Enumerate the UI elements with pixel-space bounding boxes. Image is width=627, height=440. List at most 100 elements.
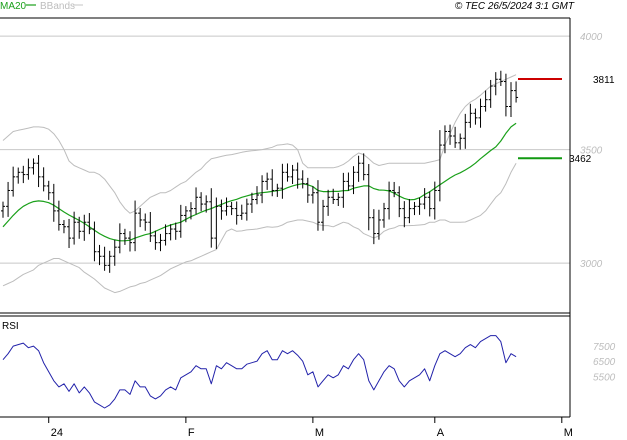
time-tick-label: 24 [51, 427, 63, 439]
ohlc-bar [326, 189, 331, 216]
legend: MA20 BBands [0, 1, 83, 12]
ohlc-bar [56, 200, 61, 231]
ohlc-bar [194, 187, 199, 215]
rsi-tick-label: 7500 [593, 342, 616, 353]
ohlc-bar [97, 244, 102, 266]
ohlc-bar [514, 81, 519, 103]
ohlc-bar [356, 155, 361, 182]
ohlc-bar [397, 186, 402, 218]
price-tick-label: 3000 [580, 259, 603, 270]
ohlc-bar [463, 113, 468, 149]
ohlc-bar [21, 165, 26, 184]
rsi-tick-label: 6500 [593, 357, 616, 368]
ohlc-bar [412, 201, 417, 216]
ohlc-bar [102, 246, 107, 271]
ohlc-bar [61, 220, 66, 234]
ohlc-bar [224, 197, 229, 216]
rsi-tick-label: 5500 [593, 372, 616, 383]
ohlc-bar [36, 155, 41, 188]
ohlc-bar [392, 181, 397, 198]
ohlc-bar [148, 212, 153, 242]
ohlc-bar [427, 191, 432, 217]
time-tick-label: M [564, 427, 573, 439]
time-axis: 24FMAMJ [48, 417, 573, 439]
ohlc-bar [509, 82, 513, 118]
ohlc-bar [31, 158, 36, 175]
ohlc-bar [112, 239, 117, 266]
ohlc-bar [87, 213, 92, 235]
ohlc-bar [229, 201, 234, 216]
ohlc-bar [153, 230, 158, 250]
ohlc-bar [92, 221, 97, 262]
ohlc-bar [209, 188, 214, 248]
ohlc-bar [260, 175, 265, 204]
ohlc-bar [128, 231, 132, 252]
bollinger-lower-band [2, 162, 517, 294]
ohlc-bar [498, 70, 503, 86]
ohlc-bar [437, 130, 442, 202]
ohlc-bar [219, 199, 224, 220]
ohlc-bar [255, 186, 259, 205]
ohlc-bar [336, 192, 341, 207]
ohlc-bar [138, 208, 143, 228]
ma20-line [2, 122, 517, 242]
copyright-stamp: © TEC 26/5/2024 3:1 GMT [455, 1, 575, 12]
ohlc-bar [199, 192, 204, 212]
ohlc-bar [371, 209, 376, 245]
ohlc-bar [173, 222, 178, 240]
support-level-label: 3462 [569, 154, 592, 165]
ohlc-bar [143, 213, 148, 231]
ohlc-bar [478, 98, 483, 128]
ohlc-bar [280, 163, 285, 199]
ohlc-bar [6, 181, 11, 217]
bollinger-upper-band [2, 74, 517, 214]
ohlc-bar [107, 250, 112, 273]
ohlc-bar [168, 224, 173, 241]
ohlc-bar [244, 198, 249, 221]
ohlc-bar [41, 167, 46, 192]
price-tick-label: 4000 [580, 32, 603, 43]
price-panel: 40003500300038113462 [0, 17, 615, 417]
ohlc-bar [382, 202, 386, 228]
ohlc-bar [315, 180, 320, 231]
ohlc-bar [11, 166, 16, 197]
rsi-panel: RSI 7500 6500 5500 [0, 315, 616, 418]
ohlc-bar [265, 172, 270, 190]
ohlc-bar [117, 223, 122, 254]
time-tick-label: M [315, 427, 324, 439]
ohlc-bar [158, 233, 163, 252]
ohlc-bar [270, 169, 275, 197]
ohlc-bar [16, 167, 21, 184]
ohlc-bar [448, 124, 453, 145]
ohlc-bar [458, 133, 463, 150]
ohlc-bar [473, 108, 478, 125]
ohlc-bar [402, 201, 407, 228]
ohlc-bar [361, 153, 366, 181]
ohlc-bar [366, 164, 371, 231]
ohlc-bar [468, 103, 473, 128]
ohlc-bar [453, 126, 458, 148]
rsi-title: RSI [2, 321, 19, 332]
ohlc-bar [82, 214, 87, 241]
ohlc-bar [407, 199, 412, 224]
ohlc-bar [300, 170, 305, 189]
stock-chart: MA20 BBands © TEC 26/5/2024 3:1 GMT 4000… [0, 1, 616, 439]
ohlc-bar [249, 192, 254, 213]
ohlc-bar [51, 183, 56, 222]
ohlc-bar [285, 163, 290, 182]
ohlc-bar [346, 172, 351, 191]
ohlc-bar [46, 180, 51, 200]
ohlc-bar [67, 218, 72, 248]
ohlc-bar [351, 166, 356, 195]
ohlc-bar [310, 186, 315, 204]
ohlc-bar [417, 197, 422, 215]
ohlc-bar [1, 201, 5, 218]
ohlc-bar [234, 201, 239, 225]
ma-legend: MA20 [0, 1, 27, 12]
bbands-legend: BBands [40, 1, 75, 12]
ohlc-bar [290, 164, 295, 184]
ohlc-bar [122, 228, 127, 245]
ohlc-bar [422, 188, 427, 210]
time-tick-label: F [188, 427, 195, 439]
ohlc-bar [321, 199, 326, 231]
